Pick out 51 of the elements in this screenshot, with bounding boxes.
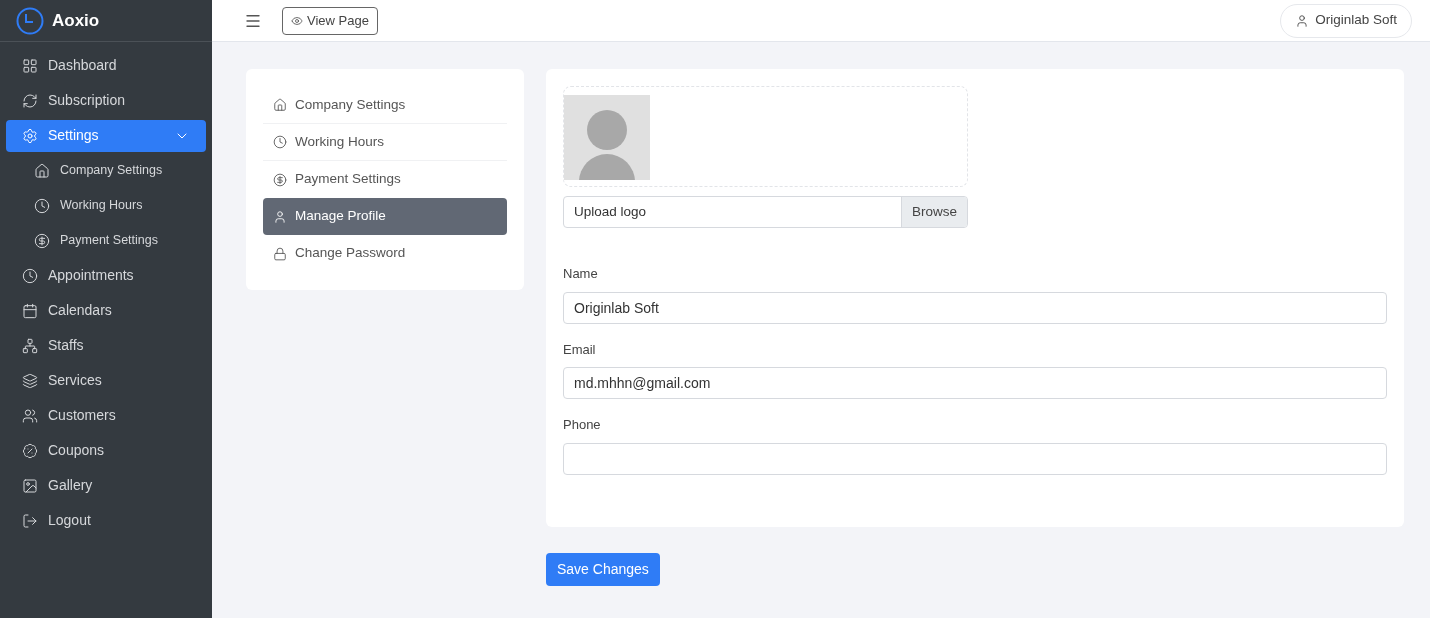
percent-badge-icon [22, 442, 38, 459]
settings-icon [22, 127, 38, 144]
sidebar-subitem[interactable]: Company Settings [6, 153, 206, 188]
user-icon [1295, 13, 1310, 28]
sidebar-item[interactable]: Customers [6, 399, 206, 432]
logout-icon [22, 512, 38, 529]
layers-icon [22, 372, 38, 389]
settings-menu-item[interactable]: Company Settings [263, 87, 507, 124]
sidebar-item[interactable]: Calendars [6, 294, 206, 327]
clock-icon [34, 197, 50, 214]
input-field[interactable]: md.mhhn@gmail.com [563, 367, 1387, 399]
sidebar-item[interactable]: Appointments [6, 259, 206, 292]
sidebar-subitem[interactable]: Working Hours [6, 188, 206, 223]
field-label: Phone [563, 416, 602, 434]
sidebar-item[interactable]: Dashboard [6, 49, 206, 82]
brand-name: Aoxio [52, 9, 100, 32]
input-field[interactable]: Originlab Soft [563, 291, 1387, 324]
sidebar-item[interactable]: Subscription [6, 84, 206, 117]
settings-menu-item[interactable]: Manage Profile [263, 198, 507, 235]
clock-icon [273, 135, 287, 149]
eye-icon [291, 14, 303, 27]
clock-logo-icon [16, 6, 44, 35]
field-label: Email [563, 340, 597, 359]
people-tree-icon [22, 337, 38, 354]
sidebar-subitem[interactable]: Payment Settings [6, 223, 206, 258]
user-icon [273, 209, 287, 224]
dollar-icon [34, 232, 50, 249]
sidebar-item[interactable]: Logout [6, 504, 206, 537]
sidebar-item[interactable]: Settings [6, 119, 206, 152]
settings-menu-item[interactable]: Payment Settings [263, 161, 507, 198]
house-icon [34, 162, 50, 179]
sidebar-item[interactable]: Services [6, 364, 206, 397]
view-page-button[interactable]: View Page [282, 6, 378, 35]
calendar-icon [22, 302, 38, 319]
clock-icon [22, 267, 38, 284]
dollar-icon [273, 172, 287, 187]
lock-icon [273, 246, 287, 261]
input-field[interactable] [563, 442, 1387, 475]
sidebar-item[interactable]: Staffs [6, 329, 206, 362]
sidebar-item[interactable]: Coupons [6, 434, 206, 467]
save-changes-button[interactable]: Save Changes [546, 552, 660, 586]
users-icon [22, 407, 38, 424]
field-label: Name [563, 265, 599, 283]
sidebar-item[interactable]: Gallery [6, 469, 206, 502]
image-icon [22, 477, 38, 494]
upload-field[interactable]: Upload logo Browse [563, 196, 968, 228]
settings-menu-item[interactable]: Change Password [263, 235, 507, 272]
house-icon [273, 98, 287, 112]
grid-icon [22, 57, 38, 74]
browse-button[interactable]: Browse [901, 197, 967, 227]
settings-menu-item[interactable]: Working Hours [263, 124, 507, 161]
